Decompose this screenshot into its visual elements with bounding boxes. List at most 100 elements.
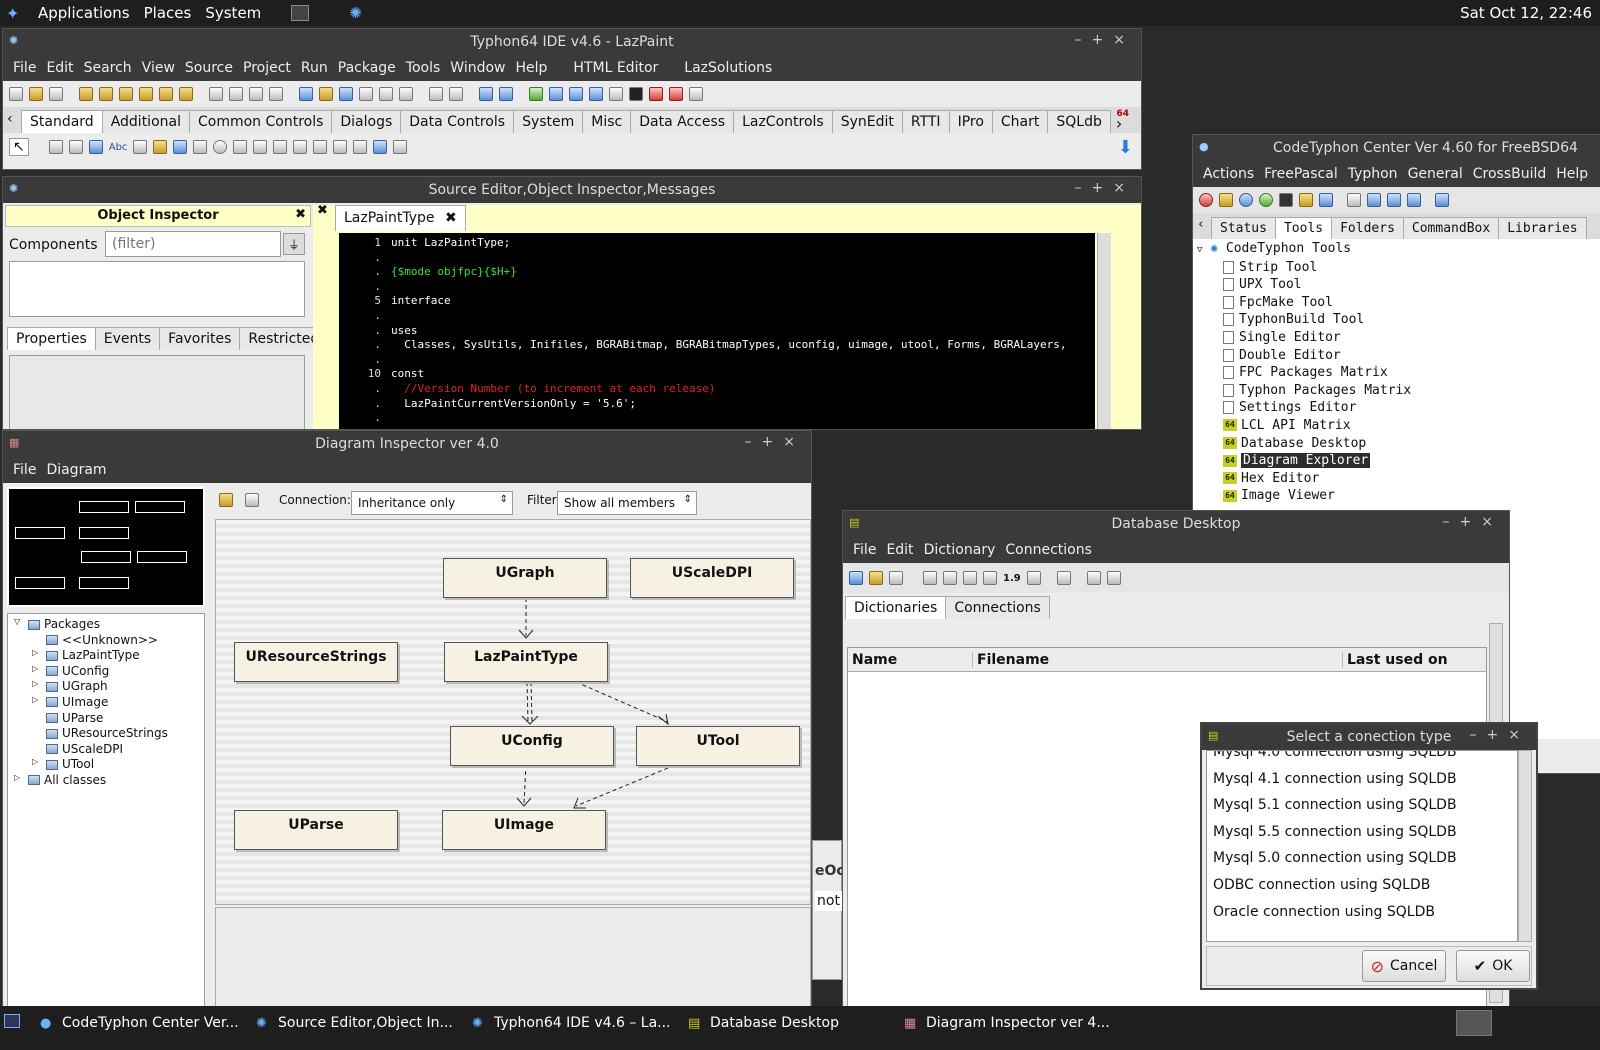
revert-icon[interactable] xyxy=(179,87,193,101)
tlabel-icon[interactable]: Abc xyxy=(109,142,128,153)
new-form-icon[interactable] xyxy=(49,87,63,101)
connection-type-item[interactable]: ODBC connection using SQLDB xyxy=(1207,872,1517,899)
step-into-icon[interactable] xyxy=(649,87,663,101)
menu-edit[interactable]: Edit xyxy=(886,542,913,558)
class-node-uconfig[interactable]: UConfig xyxy=(450,726,614,766)
menu-dictionary[interactable]: Dictionary xyxy=(924,542,996,558)
build-modes-icon[interactable] xyxy=(479,87,493,101)
class-node-uscaledpi[interactable]: UScaleDPI xyxy=(630,558,794,598)
tgroupbox-icon[interactable] xyxy=(293,140,308,154)
component-tree[interactable] xyxy=(9,261,305,317)
code-line[interactable]: . xyxy=(339,309,1095,324)
filter-select[interactable]: Show all members ⇕ xyxy=(557,491,697,515)
center-titlebar[interactable]: ● CodeTyphon Center Ver 4.60 for FreeBSD… xyxy=(1193,135,1600,161)
palette-tab-data-controls[interactable]: Data Controls xyxy=(400,110,515,133)
help-icon[interactable] xyxy=(1239,193,1253,207)
palette-tab-data-access[interactable]: Data Access xyxy=(630,110,735,133)
tool-item[interactable]: 64 LCL API Matrix xyxy=(1193,417,1600,435)
folder-icon[interactable] xyxy=(1299,193,1313,207)
tcheckbox-icon[interactable] xyxy=(193,140,208,154)
tradiogroup-icon[interactable] xyxy=(313,140,328,154)
code-line[interactable]: 1 unit LazPaintType; xyxy=(339,236,1095,251)
clock[interactable]: Sat Oct 12, 22:46 xyxy=(1460,4,1592,22)
menu-package[interactable]: Package xyxy=(338,60,396,76)
task-diagram-inspector[interactable]: ▦ Diagram Inspector ver 4... xyxy=(904,1012,1110,1034)
menu-applications[interactable]: Applications xyxy=(38,4,130,22)
menu-general[interactable]: General xyxy=(1408,166,1463,182)
palette-down-arrow-icon[interactable]: ⬇ xyxy=(1118,137,1133,158)
diagram-canvas[interactable]: UGraph UScaleDPI UResourceStrings LazPai… xyxy=(215,519,811,905)
connection-select[interactable]: Inheritance only ⇕ xyxy=(351,491,513,515)
menu-crossbuild[interactable]: CrossBuild xyxy=(1473,166,1547,182)
menu-file[interactable]: File xyxy=(853,542,876,558)
menu-edit[interactable]: Edit xyxy=(46,60,73,76)
report-icon[interactable] xyxy=(1106,571,1121,585)
tool-item[interactable]: Single Editor xyxy=(1193,329,1600,347)
copy-icon[interactable] xyxy=(963,571,977,585)
column-last-used[interactable]: Last used on xyxy=(1342,652,1448,668)
package-tree-item[interactable]: ▷ LazPaintType xyxy=(8,647,204,663)
tools-icon[interactable] xyxy=(1347,193,1361,207)
tool-item[interactable]: Settings Editor xyxy=(1193,399,1600,417)
dbdesktop-titlebar[interactable]: ▤ Database Desktop –+× xyxy=(843,511,1509,537)
list-vscrollbar[interactable] xyxy=(1518,750,1532,942)
class-node-uimage[interactable]: UImage xyxy=(442,810,606,850)
step-out-icon[interactable] xyxy=(689,87,703,101)
code-line[interactable]: . {$mode objfpc}{$H+} xyxy=(339,265,1095,280)
connection-type-item[interactable]: Mysql 5.1 connection using SQLDB xyxy=(1207,792,1517,819)
menu-system[interactable]: System xyxy=(205,4,261,22)
dialog-titlebar[interactable]: ▤ Select a conection type –+× xyxy=(1202,724,1536,750)
menu-help[interactable]: Help xyxy=(516,60,548,76)
expand-icon[interactable]: ▷ xyxy=(32,648,38,657)
menu-tools[interactable]: Tools xyxy=(406,60,441,76)
tedit-icon[interactable] xyxy=(133,140,148,154)
menu-connections[interactable]: Connections xyxy=(1005,542,1092,558)
menu-typhon[interactable]: Typhon xyxy=(1348,166,1398,182)
diagram-settings-icon[interactable] xyxy=(245,493,259,507)
task-typhon-ide[interactable]: ✺ Typhon64 IDE v4.6 – La... xyxy=(472,1012,671,1034)
ide-titlebar[interactable]: ✺ Typhon64 IDE v4.6 - LazPaint –+× xyxy=(3,29,1141,55)
task-source-editor[interactable]: ✺ Source Editor,Object In... xyxy=(256,1012,453,1034)
tcheckgroup-icon[interactable] xyxy=(333,140,348,154)
stop-icon[interactable] xyxy=(1199,193,1213,207)
stop-icon[interactable] xyxy=(629,87,643,101)
show-desktop-icon[interactable] xyxy=(4,1014,20,1028)
editor-vscrollbar[interactable] xyxy=(1097,233,1111,429)
package-tree-item[interactable]: UScaleDPI xyxy=(8,741,204,757)
package-tree-item[interactable]: UParse xyxy=(8,710,204,726)
expand-icon[interactable]: ▽ xyxy=(14,617,20,626)
tframe-icon[interactable] xyxy=(373,140,388,154)
network-icon[interactable] xyxy=(1387,193,1401,207)
column-filename[interactable]: Filename xyxy=(972,652,1049,668)
menu-actions[interactable]: Actions xyxy=(1203,166,1254,182)
tool-item[interactable]: Double Editor xyxy=(1193,347,1600,365)
sync-icon[interactable] xyxy=(1407,193,1421,207)
package-tree-item[interactable]: UResourceStrings xyxy=(8,725,204,741)
package-tree-item[interactable]: ▷ UGraph xyxy=(8,678,204,694)
property-grid[interactable] xyxy=(9,355,305,429)
tmainmenu-icon[interactable] xyxy=(48,140,63,154)
todo-list-icon[interactable] xyxy=(449,87,463,101)
close-icon[interactable]: ✖ xyxy=(295,207,306,222)
code-line[interactable]: . xyxy=(339,251,1095,266)
tool-item[interactable]: FPC Packages Matrix xyxy=(1193,364,1600,382)
sort-icon[interactable] xyxy=(983,571,997,585)
palette-tab-common-controls[interactable]: Common Controls xyxy=(188,110,333,133)
class-node-uparse[interactable]: UParse xyxy=(234,810,398,850)
tlistbox-icon[interactable] xyxy=(233,140,248,154)
package-tree-item[interactable]: ▷ UTool xyxy=(8,756,204,772)
palette-tab-system[interactable]: System xyxy=(513,110,584,133)
menu-project[interactable]: Project xyxy=(243,60,291,76)
messages-icon[interactable] xyxy=(399,87,413,101)
gnome-foot-icon[interactable]: ✦ xyxy=(6,4,24,23)
code-line[interactable]: 5 interface xyxy=(339,294,1095,309)
close-file-icon[interactable] xyxy=(159,87,173,101)
build-icon[interactable] xyxy=(1435,193,1449,207)
editor-tab[interactable]: LazPaintType ✖ xyxy=(335,205,466,231)
column-name[interactable]: Name xyxy=(852,652,897,668)
diagram-titlebar[interactable]: ▦ Diagram Inspector ver 4.0 –+× xyxy=(3,431,811,457)
palette-tab-standard[interactable]: Standard xyxy=(21,110,103,133)
tool-item[interactable]: FpcMake Tool xyxy=(1193,294,1600,312)
new-unit-icon[interactable] xyxy=(29,87,43,101)
pointer-icon[interactable]: ↖ xyxy=(9,138,29,156)
